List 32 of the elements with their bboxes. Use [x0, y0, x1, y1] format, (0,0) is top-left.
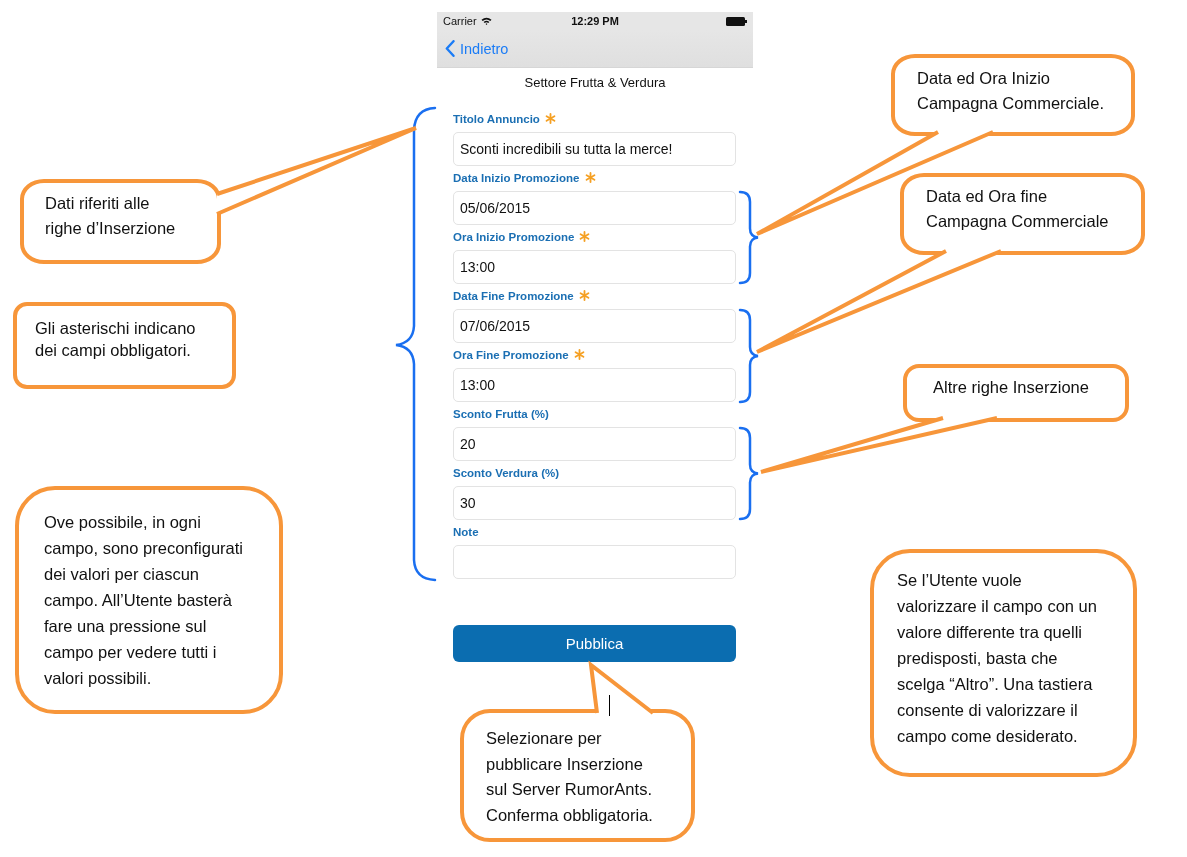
field-label: Data Inizio Promozione: [453, 171, 580, 184]
text-field[interactable]: 30: [453, 486, 736, 520]
field-label: Data Fine Promozione: [453, 289, 574, 302]
field-label: Titolo Annuncio: [453, 112, 540, 125]
field-label: Sconto Verdura (%): [453, 466, 560, 479]
text-field[interactable]: 20: [453, 427, 736, 461]
text-field[interactable]: 13:00: [453, 250, 736, 284]
chevron-left-icon: [445, 40, 455, 57]
text-field[interactable]: 05/06/2015: [453, 191, 736, 225]
wifi-icon: [480, 17, 492, 25]
callout-text: Data ed Ora fine Campagna Commerciale: [926, 186, 1109, 232]
text-cursor: [609, 695, 610, 716]
field-label: Sconto Frutta (%): [453, 407, 549, 420]
field-label: Ora Fine Promozione: [453, 348, 569, 361]
callout-text: Ove possibile, in ogni campo, sono preconfigurati dei valori per ciascun campo. All’Utente basterà fare una pressione sul campo per vedere tutti i valori possibili.: [44, 512, 244, 689]
text-field[interactable]: 13:00: [453, 368, 736, 402]
carrier-label: Carrier: [443, 15, 477, 27]
text-field[interactable]: 07/06/2015: [453, 309, 736, 343]
callout-text: Gli asterischi indicano dei campi obbligatori.: [35, 318, 196, 361]
screen-title: Settore Frutta & Verdura: [523, 74, 667, 92]
callout-text: Se l’Utente vuole valorizzare il campo con un valore differente tra quelli predisposti, basta che scelga “Altro”. Una tastiera consente di valorizzare il campo come desiderato.: [897, 570, 1097, 747]
text-field[interactable]: [453, 545, 736, 579]
field-label: Ora Inizio Promozione: [453, 230, 575, 243]
callout-text: Data ed Ora Inizio Campagna Commerciale.: [917, 68, 1105, 114]
callout-text: Dati riferiti alle righe d’Inserzione: [45, 193, 176, 239]
callout-text: Selezionare per pubblicare Inserzione sul Server RumorAnts. Conferma obbligatoria.: [486, 728, 653, 826]
battery-icon: [726, 16, 747, 26]
text-field[interactable]: Sconti incredibili su tutta la merce!: [453, 132, 736, 166]
status-time: 12:29 PM: [571, 15, 619, 27]
field-label: Note: [453, 525, 479, 538]
publish-button[interactable]: Pubblica: [453, 625, 736, 662]
callout-text: Altre righe Inserzione: [933, 377, 1089, 398]
